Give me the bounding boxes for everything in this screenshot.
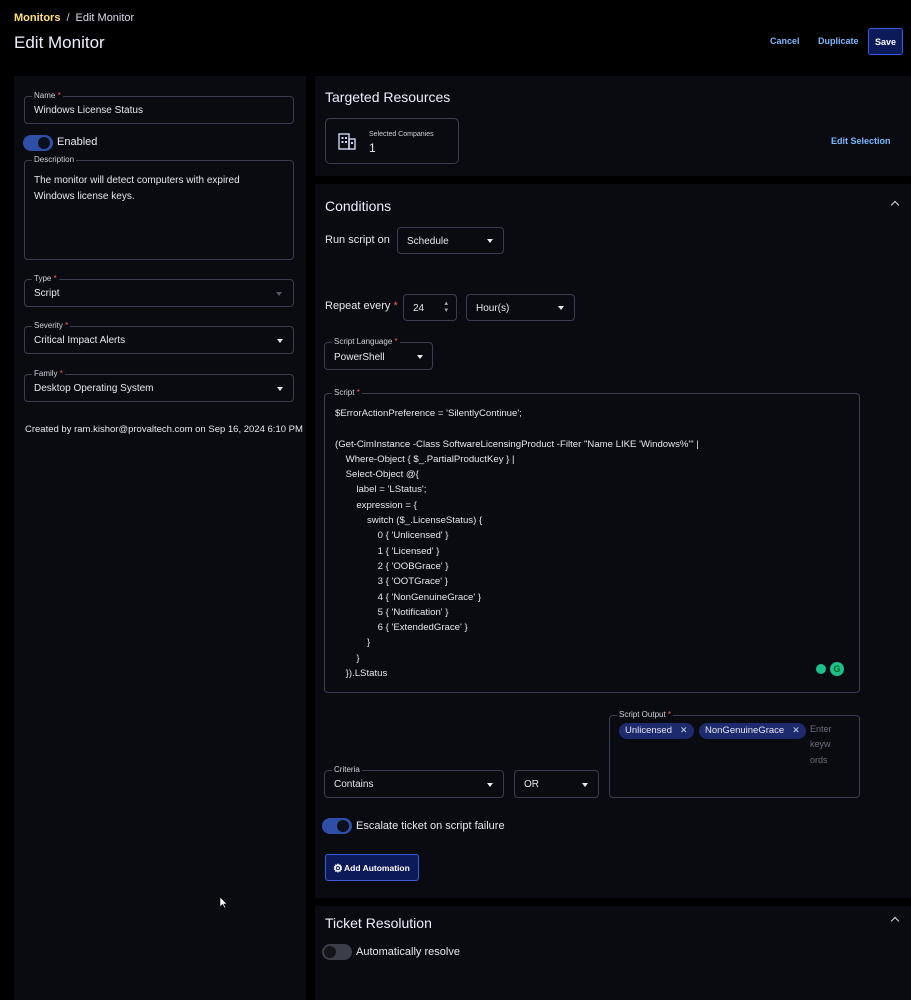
breadcrumb-monitors-link[interactable]: Monitors bbox=[14, 12, 60, 24]
chevron-down-icon bbox=[487, 239, 493, 243]
script-line: $ErrorActionPreference = 'SilentlyContin… bbox=[335, 408, 522, 419]
script-line: 5 { 'Notification' } bbox=[335, 606, 449, 618]
script-editor[interactable]: Script * $ErrorActionPreference = 'Silen… bbox=[324, 388, 860, 693]
type-select[interactable]: Type * Script bbox=[24, 274, 294, 307]
script-line: switch ($_.LicenseStatus) { bbox=[335, 515, 483, 527]
script-line: } bbox=[335, 637, 371, 649]
output-chip: NonGenuineGrace ✕ bbox=[699, 723, 806, 739]
add-automation-button[interactable]: ⚙ Add Automation bbox=[325, 854, 419, 881]
edit-selection-button[interactable]: Edit Selection bbox=[831, 136, 891, 146]
targeted-resources-title: Targeted Resources bbox=[325, 89, 451, 105]
name-field[interactable]: Name * Windows License Status bbox=[24, 91, 294, 124]
script-line bbox=[335, 421, 699, 436]
severity-select[interactable]: Severity * Critical Impact Alerts bbox=[24, 321, 294, 354]
script-line: 1 { 'Licensed' } bbox=[335, 545, 440, 557]
mouse-cursor-icon bbox=[220, 897, 228, 909]
ticket-resolution-title: Ticket Resolution bbox=[325, 915, 432, 931]
name-label: Name * bbox=[32, 91, 63, 100]
repeat-every-input[interactable]: 24 ▴ ▾ bbox=[403, 294, 457, 321]
logic-select[interactable]: OR bbox=[514, 770, 599, 798]
script-line: label = 'LStatus'; bbox=[335, 484, 427, 496]
selected-companies-card[interactable]: Selected Companies 1 bbox=[325, 118, 459, 164]
run-script-on-label: Run script on bbox=[325, 234, 390, 246]
script-line: 3 { 'OOTGrace' } bbox=[335, 576, 448, 588]
breadcrumb-separator: / bbox=[66, 12, 70, 24]
selected-companies-count: 1 bbox=[369, 141, 376, 155]
chevron-down-icon bbox=[277, 339, 283, 343]
script-output-label: Script Output * bbox=[617, 710, 674, 719]
script-language-value: PowerShell bbox=[334, 352, 385, 363]
page-title: Edit Monitor bbox=[14, 33, 105, 52]
repeat-unit-select[interactable]: Hour(s) bbox=[466, 294, 575, 321]
type-label: Type * bbox=[32, 274, 59, 283]
chevron-down-icon bbox=[276, 292, 282, 296]
automation-gear-icon: ⚙ bbox=[333, 863, 343, 875]
building-icon bbox=[338, 132, 356, 153]
script-line: 0 { 'Unlicensed' } bbox=[335, 530, 449, 542]
repeat-unit-value: Hour(s) bbox=[476, 303, 510, 314]
script-language-select[interactable]: Script Language * PowerShell bbox=[324, 337, 433, 370]
severity-value: Critical Impact Alerts bbox=[34, 335, 126, 346]
stepper-arrows-icon[interactable]: ▴ ▾ bbox=[444, 300, 448, 314]
breadcrumb-current: Edit Monitor bbox=[75, 12, 135, 24]
enabled-toggle[interactable] bbox=[23, 135, 53, 151]
output-chip: Unlicensed ✕ bbox=[619, 723, 694, 739]
script-code: $ErrorActionPreference = 'SilentlyContin… bbox=[335, 406, 699, 681]
family-label: Family * bbox=[32, 369, 65, 378]
script-line: }).LStatus bbox=[335, 668, 388, 680]
family-select[interactable]: Family * Desktop Operating System bbox=[24, 369, 294, 402]
script-label: Script * bbox=[332, 388, 362, 397]
auto-resolve-toggle[interactable] bbox=[322, 944, 352, 960]
breadcrumb: Monitors / Edit Monitor bbox=[14, 12, 134, 24]
duplicate-button[interactable]: Duplicate bbox=[818, 36, 859, 46]
logic-value: OR bbox=[524, 779, 539, 790]
selected-companies-label: Selected Companies bbox=[369, 131, 434, 138]
repeat-every-label: Repeat every * bbox=[325, 300, 398, 312]
description-label: Description bbox=[32, 155, 77, 164]
save-button[interactable]: Save bbox=[868, 28, 903, 55]
type-value: Script bbox=[34, 288, 60, 299]
grammarly-icon[interactable]: G bbox=[830, 662, 844, 676]
remove-chip-icon[interactable]: ✕ bbox=[680, 725, 688, 735]
criteria-select[interactable]: Criteria Contains bbox=[324, 765, 504, 798]
lightbulb-icon[interactable] bbox=[816, 664, 826, 674]
script-line: 4 { 'NonGenuineGrace' } bbox=[335, 591, 482, 603]
script-line: 2 { 'OOBGrace' } bbox=[335, 560, 449, 572]
run-script-on-select[interactable]: Schedule bbox=[397, 227, 504, 254]
chevron-down-icon bbox=[487, 783, 493, 787]
escalate-toggle[interactable] bbox=[322, 818, 352, 834]
keyword-input-placeholder[interactable]: Enter keywords bbox=[810, 722, 834, 768]
description-value: The monitor will detect computers with e… bbox=[34, 175, 240, 202]
criteria-label: Criteria bbox=[332, 765, 362, 774]
conditions-title: Conditions bbox=[325, 198, 392, 214]
auto-resolve-label: Automatically resolve bbox=[356, 946, 460, 958]
created-by-text: Created by ram.kishor@provaltech.com on … bbox=[25, 424, 303, 435]
script-language-label: Script Language * bbox=[332, 337, 400, 346]
remove-chip-icon[interactable]: ✕ bbox=[792, 725, 800, 735]
name-value: Windows License Status bbox=[34, 105, 143, 116]
run-script-on-value: Schedule bbox=[407, 236, 449, 247]
description-field[interactable]: Description The monitor will detect comp… bbox=[24, 155, 294, 260]
escalate-label: Escalate ticket on script failure bbox=[356, 820, 505, 832]
script-line: (Get-CimInstance -Class SoftwareLicensin… bbox=[335, 438, 699, 450]
criteria-value: Contains bbox=[334, 779, 374, 790]
cancel-button[interactable]: Cancel bbox=[770, 36, 800, 46]
chevron-down-icon bbox=[277, 387, 283, 391]
script-output-field[interactable]: Script Output * Unlicensed ✕ NonGenuineGr… bbox=[609, 710, 860, 798]
family-value: Desktop Operating System bbox=[34, 383, 154, 394]
enabled-label: Enabled bbox=[57, 136, 98, 148]
script-line: Select-Object @{ bbox=[335, 469, 419, 481]
severity-label: Severity * bbox=[32, 321, 71, 330]
script-line: } bbox=[335, 652, 360, 664]
chevron-down-icon bbox=[558, 306, 564, 310]
chevron-down-icon bbox=[417, 355, 423, 359]
repeat-every-value: 24 bbox=[413, 303, 425, 314]
script-line: Where-Object { $_.PartialProductKey } | bbox=[335, 453, 515, 465]
chevron-down-icon bbox=[582, 783, 588, 787]
script-line: 6 { 'ExtendedGrace' } bbox=[335, 622, 468, 634]
script-line: expression = { bbox=[335, 499, 417, 511]
